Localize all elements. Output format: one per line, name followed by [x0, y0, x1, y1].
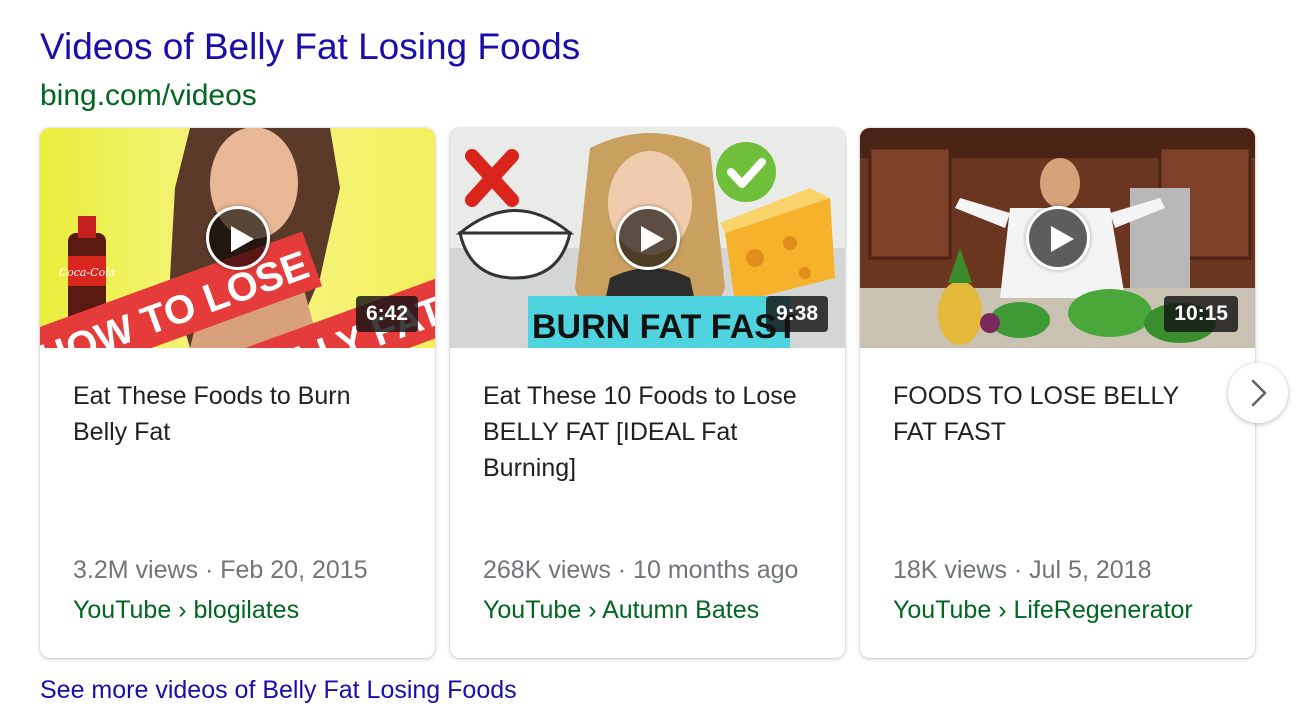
video-meta: 18K views · Jul 5, 2018	[893, 556, 1152, 584]
video-card[interactable]: 10:15 FOODS TO LOSE BELLY FAT FAST 18K v…	[860, 128, 1255, 658]
play-button[interactable]	[616, 206, 680, 270]
play-icon	[1051, 226, 1074, 252]
duration-badge: 6:42	[355, 296, 418, 332]
play-icon	[641, 226, 664, 252]
chevron-right-icon	[1251, 379, 1267, 407]
video-title[interactable]: Eat These Foods to Burn Belly Fat	[73, 378, 403, 450]
video-meta: 3.2M views · Feb 20, 2015	[73, 556, 368, 584]
play-button[interactable]	[1026, 206, 1090, 270]
section-title-link[interactable]: Videos of Belly Fat Losing Foods	[40, 22, 580, 72]
duration-badge: 10:15	[1164, 296, 1238, 332]
video-title[interactable]: FOODS TO LOSE BELLY FAT FAST	[893, 378, 1223, 450]
video-meta: 268K views · 10 months ago	[483, 556, 799, 584]
video-source: YouTube › LifeRegenerator	[893, 596, 1193, 624]
video-title[interactable]: Eat These 10 Foods to Lose BELLY FAT [ID…	[483, 378, 813, 486]
see-more-videos-link[interactable]: See more videos of Belly Fat Losing Food…	[40, 672, 517, 708]
video-thumbnail[interactable]: 10:15	[860, 128, 1255, 348]
video-card[interactable]: BURN FAT FAST 9:38 Eat These 10 Foods to…	[450, 128, 845, 658]
source-url: bing.com/videos	[40, 79, 257, 112]
bottle-label: Coca-Cola	[59, 266, 116, 279]
play-icon	[231, 226, 254, 252]
carousel-next-button[interactable]	[1228, 363, 1288, 423]
video-card[interactable]: Coca-Cola HOW TO LOSE BELLY FAT 6:42 Eat…	[40, 128, 435, 658]
play-button[interactable]	[206, 206, 270, 270]
video-thumbnail[interactable]: Coca-Cola HOW TO LOSE BELLY FAT 6:42	[40, 128, 435, 348]
thumbnail-caption: BURN FAT FAST	[532, 308, 798, 346]
check-mark-icon	[716, 142, 776, 202]
video-source: YouTube › Autumn Bates	[483, 596, 760, 624]
video-source: YouTube › blogilates	[73, 596, 300, 624]
video-thumbnail[interactable]: BURN FAT FAST 9:38	[450, 128, 845, 348]
duration-badge: 9:38	[765, 296, 828, 332]
